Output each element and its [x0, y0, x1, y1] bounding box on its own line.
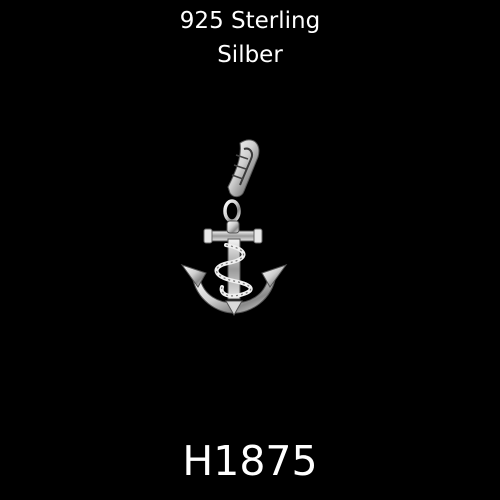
anchor-icon — [180, 220, 288, 317]
anchor-charm-icon — [180, 139, 288, 317]
jump-ring-icon — [223, 199, 241, 223]
material-label-line-1: 925 Sterling — [179, 8, 321, 34]
product-code: H1875 — [182, 437, 318, 485]
clasp-icon — [227, 139, 260, 198]
product-photo: 925 Sterling Silber H1875 — [0, 0, 500, 500]
material-label-line-2: Silber — [217, 42, 283, 68]
